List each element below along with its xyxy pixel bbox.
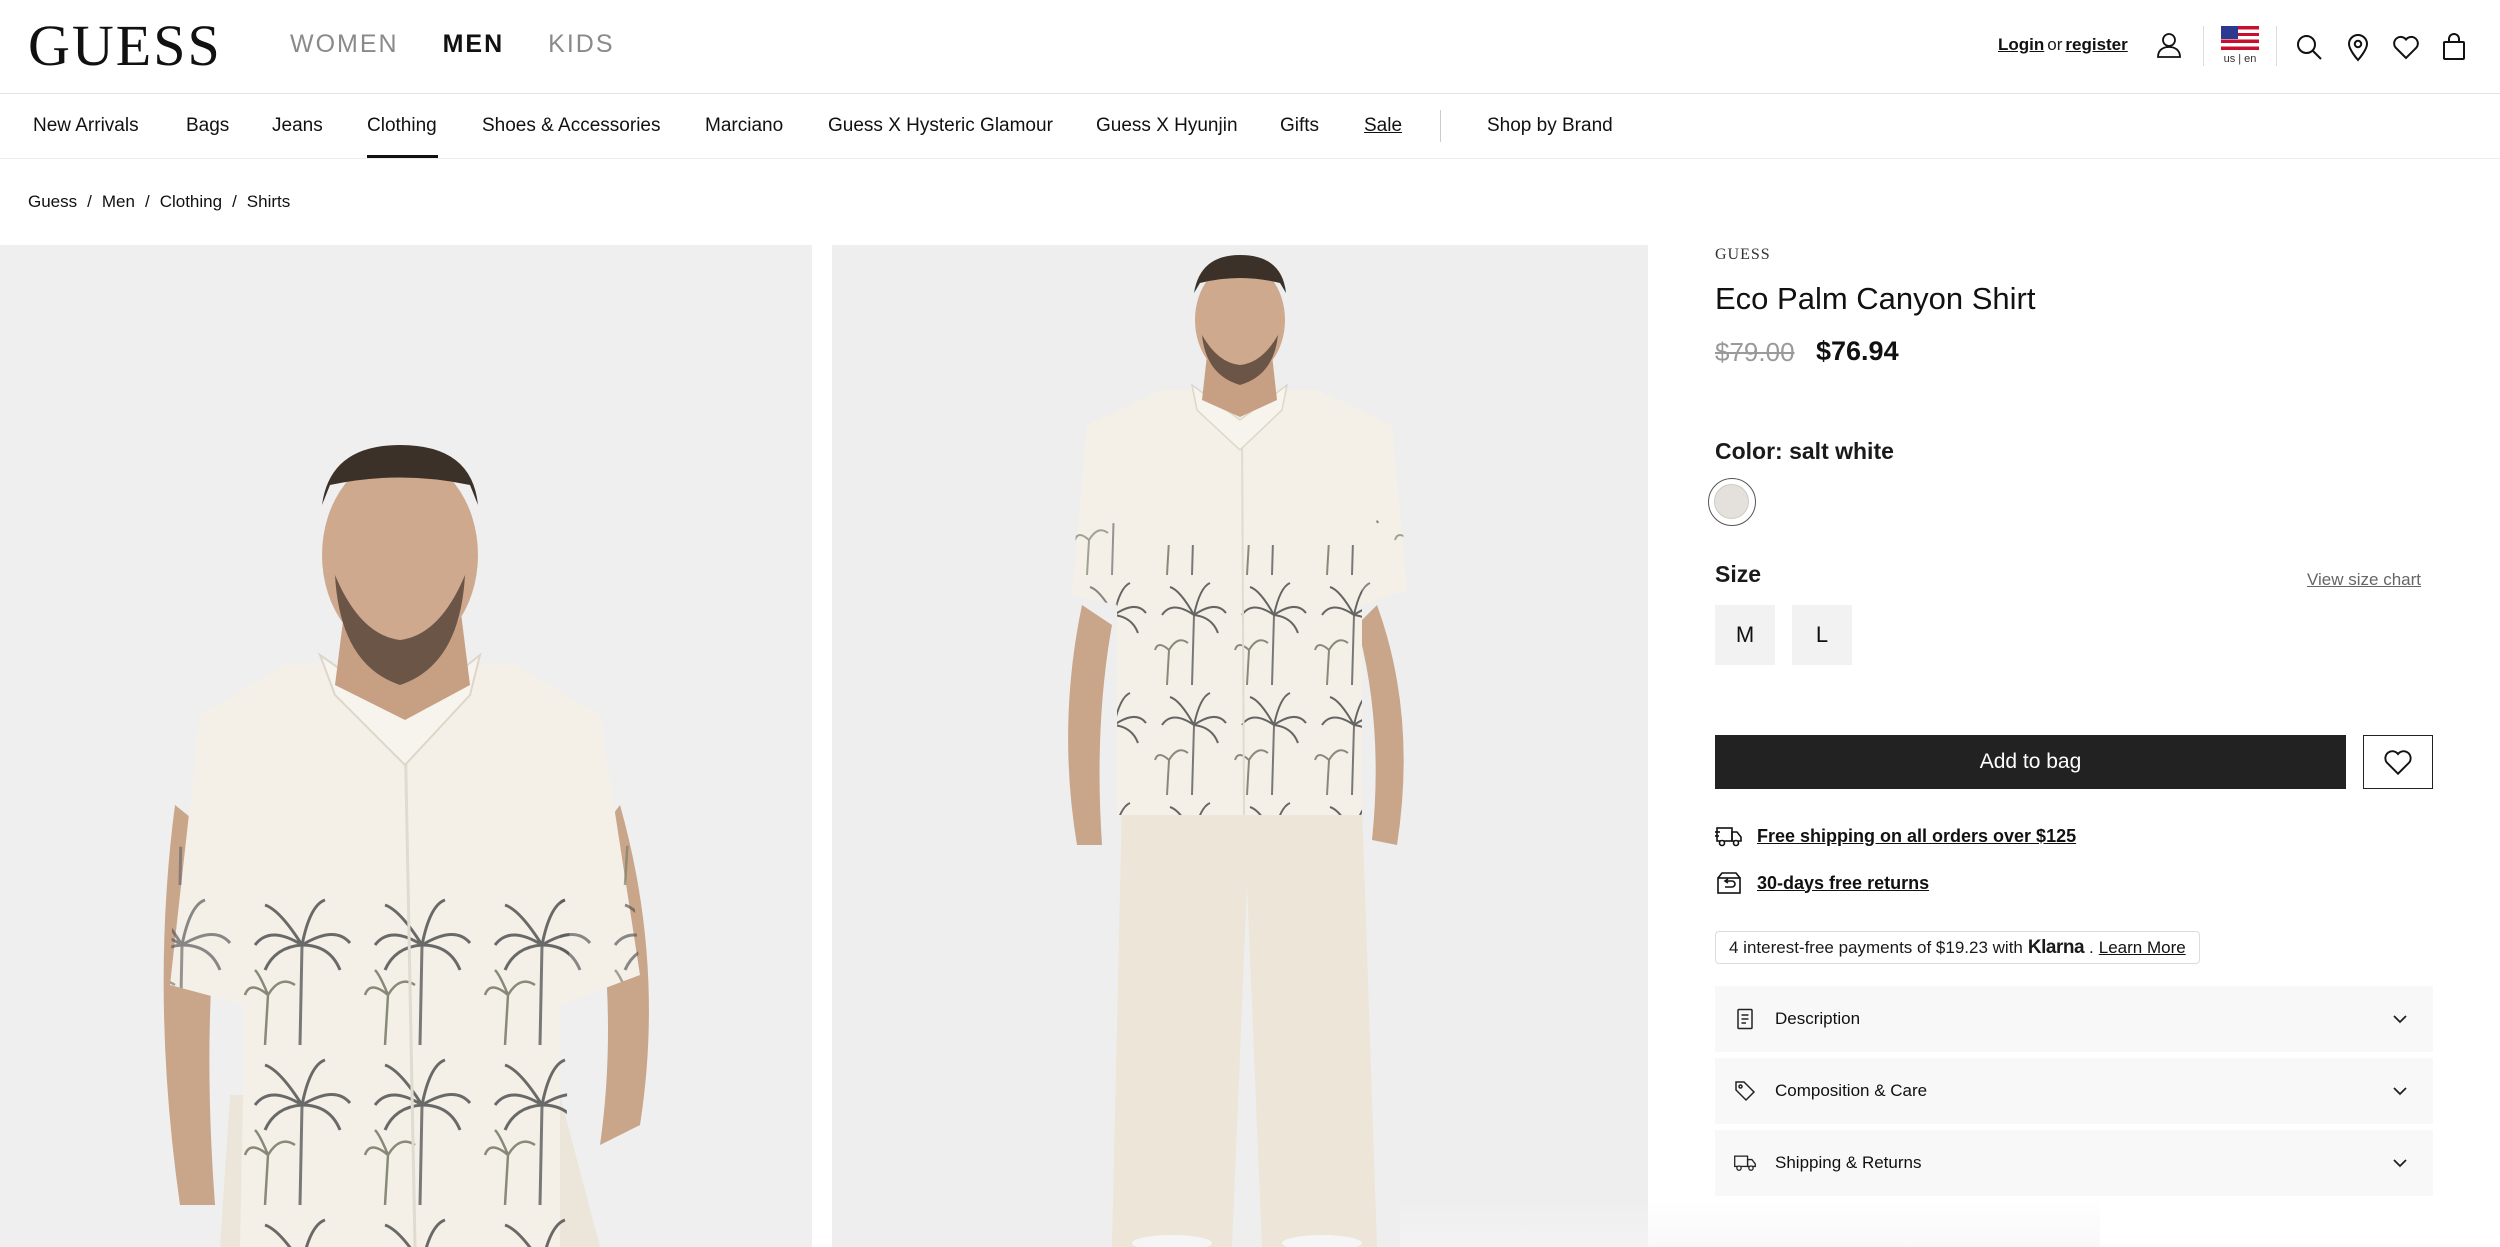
size-option-l[interactable]: L [1792,605,1852,665]
login-register: Login or register [1998,35,2128,55]
header-divider [2203,26,2204,66]
bag-icon[interactable] [2437,30,2471,64]
chevron-down-icon [2393,1087,2407,1096]
klarna-learn-more-link[interactable]: Learn More [2099,938,2186,958]
wishlist-button[interactable] [2363,735,2433,789]
breadcrumb-separator: / [232,192,237,211]
breadcrumb-men[interactable]: Men [102,192,135,212]
or-text: or [2047,35,2063,54]
site-header: GUESS WOMEN MEN KIDS Login or register us … [0,0,2500,94]
nav-clothing[interactable]: Clothing [367,115,437,137]
color-swatch-salt-white[interactable] [1708,478,1756,526]
breadcrumb-separator: / [87,192,92,211]
header-divider [2276,26,2277,66]
klarna-banner: 4 interest-free payments of $19.23 with … [1715,931,2200,964]
nav-hyunjin[interactable]: Guess X Hyunjin [1096,115,1238,137]
original-price: $79.00 [1715,337,1795,367]
size-option-m[interactable]: M [1715,605,1775,665]
klarna-text: 4 interest-free payments of $19.23 with [1729,937,2023,957]
free-shipping-perk[interactable]: Free shipping on all orders over $125 [1715,823,2076,849]
user-icon[interactable] [2152,28,2186,62]
return-box-icon [1717,872,1741,894]
nav-hysteric-glamour[interactable]: Guess X Hysteric Glamour [828,115,1053,137]
nav-jeans[interactable]: Jeans [272,115,323,137]
guess-logo[interactable]: GUESS [28,14,222,78]
nav-bags[interactable]: Bags [186,115,229,137]
nav-divider [1440,110,1441,142]
heart-icon[interactable] [2389,30,2423,64]
product-image-front[interactable] [0,245,812,1247]
us-flag-icon[interactable]: us | en [2221,26,2259,70]
truck-icon [1734,1155,1756,1171]
tab-women[interactable]: WOMEN [290,30,399,59]
product-image-full[interactable] [832,245,1648,1247]
tab-kids[interactable]: KIDS [548,30,614,59]
accordion-composition-care[interactable]: Composition & Care [1715,1058,2433,1124]
accordion-shipping-returns[interactable]: Shipping & Returns [1715,1130,2433,1196]
nav-sale[interactable]: Sale [1364,115,1402,137]
product-brand: GUESS [1715,246,1771,263]
color-label: Color: salt white [1715,438,1894,464]
document-icon [1737,1008,1753,1030]
nav-new-arrivals[interactable]: New Arrivals [33,115,139,137]
klarna-logo: Klarna [2027,936,2085,958]
size-label: Size [1715,561,1762,587]
add-to-bag-button[interactable]: Add to bag [1715,735,2346,789]
product-title: Eco Palm Canyon Shirt [1715,281,2036,316]
chevron-down-icon [2393,1159,2407,1168]
nav-gifts[interactable]: Gifts [1280,115,1319,137]
free-returns-perk[interactable]: 30-days free returns [1715,870,1929,896]
locale-label: us | en [2223,53,2257,65]
category-nav: New Arrivals Bags Jeans Clothing Shoes &… [0,94,2500,159]
accordion-description[interactable]: Description [1715,986,2433,1052]
store-locator-icon[interactable] [2341,30,2375,64]
swatch-fill [1714,484,1749,519]
free-returns-text: 30-days free returns [1757,872,1930,893]
breadcrumb-clothing[interactable]: Clothing [160,192,222,212]
register-link[interactable]: register [2065,35,2127,54]
heart-icon [2384,750,2412,776]
search-icon[interactable] [2292,30,2326,64]
breadcrumb-shirts[interactable]: Shirts [247,192,290,212]
breadcrumb: Guess / Men / Clothing / Shirts [28,192,290,212]
breadcrumb-separator: / [144,192,150,211]
tag-icon [1735,1081,1756,1102]
sale-price: $76.94 [1816,336,1899,366]
breadcrumb-guess[interactable]: Guess [28,192,77,212]
nav-marciano[interactable]: Marciano [705,115,783,137]
accordion-composition-care-label: Composition & Care [1775,1081,1928,1100]
chevron-down-icon [2393,1015,2407,1024]
truck-icon [1715,827,1742,847]
active-nav-underline [367,155,438,158]
nav-shoes-accessories[interactable]: Shoes & Accessories [482,115,660,137]
accordion-shipping-returns-label: Shipping & Returns [1775,1153,1922,1172]
tab-men[interactable]: MEN [443,30,505,59]
accordion-description-label: Description [1775,1009,1861,1028]
gender-nav: WOMEN MEN KIDS [290,30,615,59]
nav-shop-by-brand[interactable]: Shop by Brand [1487,115,1613,137]
klarna-dot: . [2089,937,2094,957]
size-chart-link[interactable]: View size chart [2307,570,2421,590]
free-shipping-text: Free shipping on all orders over $125 [1757,825,2077,846]
login-link[interactable]: Login [1998,35,2044,54]
